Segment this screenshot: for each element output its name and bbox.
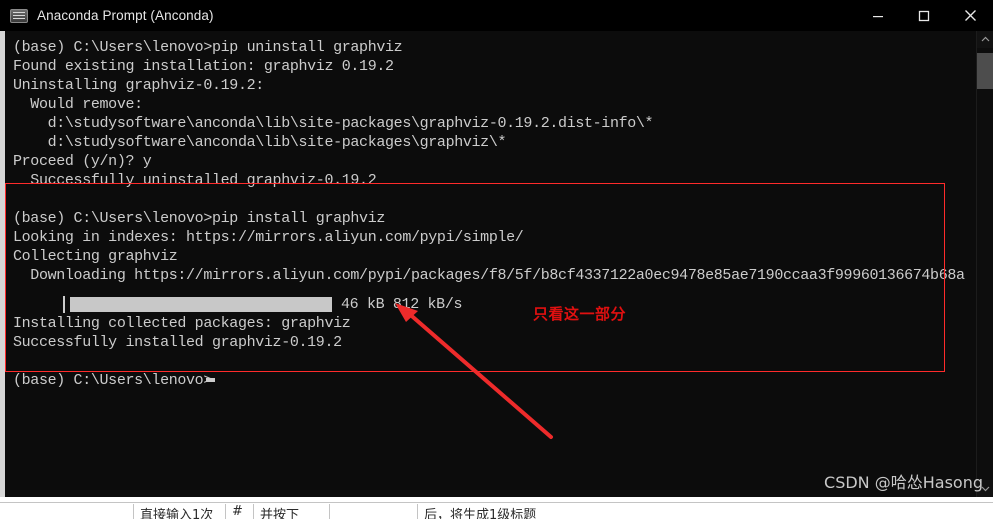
- strip-cell-3: [330, 504, 418, 519]
- window-title: Anaconda Prompt (Anconda): [37, 8, 214, 23]
- strip-cell-0: 直接输入1次: [134, 504, 226, 519]
- strip-row: 直接输入1次 # 并按下 后，将生成1级标题: [0, 504, 993, 519]
- annotation-note: 只看这一部分: [533, 305, 627, 323]
- window-titlebar[interactable]: Anaconda Prompt (Anconda): [0, 0, 993, 31]
- terminal-scrollbar[interactable]: [976, 31, 993, 497]
- strip-spacer: [0, 504, 134, 519]
- console-icon: [10, 8, 28, 24]
- page-bottom-strip: 直接输入1次 # 并按下 后，将生成1级标题: [0, 497, 993, 519]
- minimize-button[interactable]: [855, 0, 901, 31]
- terminal-output-top: (base) C:\Users\lenovo>pip uninstall gra…: [13, 39, 965, 284]
- maximize-icon: [918, 10, 930, 21]
- download-progress-row: 46 kB 812 kB/s: [13, 295, 513, 314]
- progress-label: 46 kB 812 kB/s: [341, 296, 463, 313]
- terminal-area[interactable]: (base) C:\Users\lenovo>pip uninstall gra…: [0, 31, 993, 497]
- scroll-up-button[interactable]: [977, 31, 993, 48]
- chevron-up-icon: [981, 36, 989, 42]
- anaconda-prompt-window: Anaconda Prompt (Anconda) (base) C:\User…: [0, 0, 993, 497]
- progress-fill-bar: [70, 297, 332, 312]
- window-controls: [855, 0, 993, 31]
- terminal-viewport[interactable]: (base) C:\Users\lenovo>pip uninstall gra…: [10, 31, 965, 497]
- strip-cell-4: 后，将生成1级标题: [424, 508, 537, 519]
- strip-cell-2: 并按下: [254, 504, 330, 519]
- maximize-button[interactable]: [901, 0, 947, 31]
- close-button[interactable]: [947, 0, 993, 31]
- close-icon: [964, 10, 976, 21]
- strip-cell-1: #: [226, 504, 254, 519]
- scrollbar-thumb[interactable]: [977, 53, 993, 89]
- terminal-output-bottom: Installing collected packages: graphviz …: [13, 315, 351, 389]
- strip-divider: [0, 502, 993, 503]
- progress-pipe: [63, 296, 65, 313]
- csdn-watermark: CSDN @哈怂Hasong: [824, 473, 983, 492]
- minimize-icon: [873, 15, 883, 17]
- terminal-cursor: [206, 378, 215, 382]
- screenshot-root: Anaconda Prompt (Anconda) (base) C:\User…: [0, 0, 993, 519]
